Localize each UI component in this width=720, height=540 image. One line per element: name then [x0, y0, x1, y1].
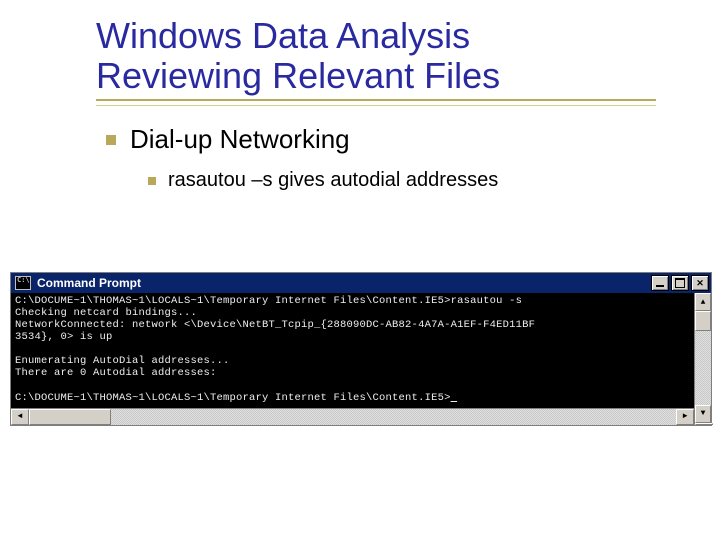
slide: Windows Data Analysis Reviewing Relevant…	[0, 0, 720, 540]
bullet-list: Dial-up Networking rasautou –s gives aut…	[106, 124, 702, 192]
console-line: 3534}, 0> is up	[15, 331, 113, 343]
scroll-track-v[interactable]	[695, 311, 711, 405]
title-line-2: Reviewing Relevant Files	[96, 55, 500, 96]
scroll-track-h[interactable]	[29, 409, 676, 425]
window-titlebar[interactable]: Command Prompt	[11, 273, 711, 293]
bullet-1-text: Dial-up Networking	[130, 124, 350, 155]
window-controls	[651, 275, 709, 291]
cmd-icon	[15, 276, 31, 290]
titlebar-left: Command Prompt	[15, 276, 141, 290]
vertical-scrollbar[interactable]: ▲ ▼	[694, 293, 711, 425]
square-bullet-icon	[106, 135, 116, 145]
scroll-thumb-h[interactable]	[29, 409, 111, 425]
console-line: Enumerating AutoDial addresses...	[15, 355, 230, 367]
bullet-level-2: rasautou –s gives autodial addresses	[148, 169, 702, 192]
command-prompt-window: Command Prompt C:\DOCUME~1\THOMAS~1\LOCA…	[10, 272, 712, 426]
minimize-button[interactable]	[651, 275, 669, 291]
bullet-2-text: rasautou –s gives autodial addresses	[168, 169, 498, 192]
window-title-text: Command Prompt	[37, 276, 141, 290]
console-line: Checking netcard bindings...	[15, 307, 197, 319]
cmd-main: C:\DOCUME~1\THOMAS~1\LOCALS~1\Temporary …	[11, 293, 694, 425]
title-underline	[96, 99, 656, 106]
console-line: There are 0 Autodial addresses:	[15, 367, 217, 379]
cmd-client-area: C:\DOCUME~1\THOMAS~1\LOCALS~1\Temporary …	[11, 293, 711, 425]
scroll-right-button[interactable]: ►	[676, 409, 694, 425]
close-button[interactable]	[691, 275, 709, 291]
cursor-icon	[451, 392, 458, 404]
console-prompt-line: C:\DOCUME~1\THOMAS~1\LOCALS~1\Temporary …	[15, 392, 451, 404]
scroll-down-button[interactable]: ▼	[695, 405, 711, 423]
square-bullet-icon	[148, 177, 156, 185]
bullet-level-1: Dial-up Networking	[106, 124, 702, 155]
scrollbar-corner	[695, 423, 713, 425]
scroll-up-button[interactable]: ▲	[695, 293, 711, 311]
scroll-left-button[interactable]: ◄	[11, 409, 29, 425]
scroll-thumb-v[interactable]	[695, 311, 711, 331]
title-line-1: Windows Data Analysis	[96, 15, 470, 56]
console-output[interactable]: C:\DOCUME~1\THOMAS~1\LOCALS~1\Temporary …	[11, 293, 694, 408]
horizontal-scrollbar[interactable]: ◄ ►	[11, 408, 694, 425]
maximize-button[interactable]	[671, 275, 689, 291]
console-line: NetworkConnected: network <\Device\NetBT…	[15, 319, 535, 331]
console-line: C:\DOCUME~1\THOMAS~1\LOCALS~1\Temporary …	[15, 295, 522, 307]
slide-title: Windows Data Analysis Reviewing Relevant…	[96, 16, 702, 95]
